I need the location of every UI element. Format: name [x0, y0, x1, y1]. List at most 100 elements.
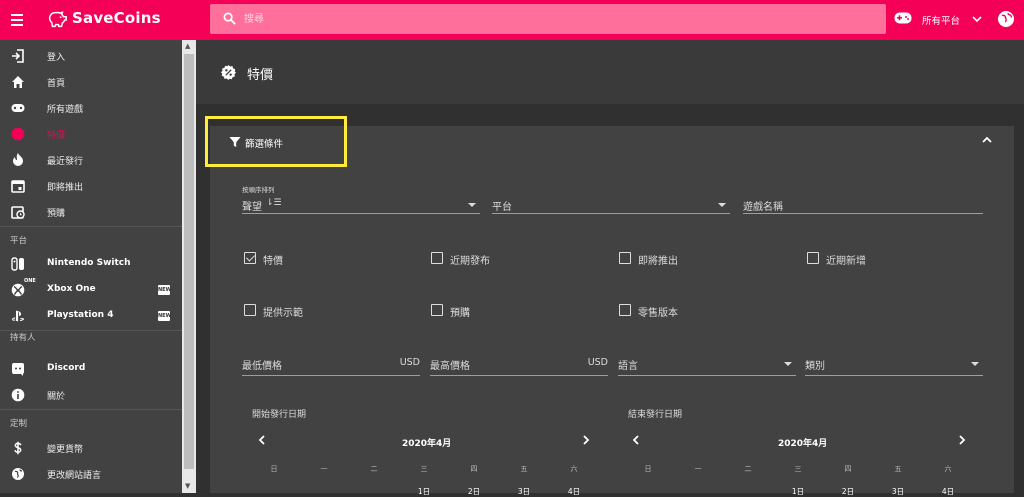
checkbox-label: 預購 [450, 308, 470, 319]
sidebar-item-label: 關於 [47, 392, 66, 402]
platform-selector[interactable]: 所有平台 [894, 9, 988, 31]
search-bar[interactable] [210, 4, 886, 34]
sort-select[interactable]: 按順序排列 聲望 ⇂☰ [242, 186, 480, 214]
piggy-bank-icon[interactable] [46, 9, 68, 31]
sidebar-item-deals[interactable]: 特價 [0, 121, 182, 147]
sidebar-item-all-games[interactable]: 所有遊戲 [0, 95, 182, 121]
discord-icon [12, 363, 24, 376]
checkbox-box[interactable] [431, 252, 443, 264]
sidebar-item-label: 首頁 [47, 79, 66, 89]
home-icon [12, 76, 24, 88]
next-month-icon[interactable] [958, 435, 966, 445]
start-calendar-month: 2020年4月 [402, 439, 452, 449]
sidebar-item-discord[interactable]: Discord [0, 356, 182, 382]
menu-icon[interactable] [6, 8, 30, 32]
sidebar-item-label: 最近發行 [47, 157, 84, 167]
prev-month-icon[interactable] [258, 435, 266, 445]
weekday-label: 二 [370, 465, 378, 473]
checkbox-box[interactable] [244, 252, 256, 264]
checkbox-label: 零售版本 [638, 308, 678, 319]
main-content: 特價 篩選條件 按順序排列 聲望 ⇂☰ 平台 遊戲名稱 特價 近期發布 即將推出… [196, 40, 1024, 496]
globe-icon [12, 468, 24, 480]
scroll-down-icon[interactable]: ▼ [185, 482, 190, 490]
sidebar-item-recent[interactable]: 最近發行 [0, 147, 182, 173]
currency-unit: USD [399, 357, 420, 368]
sidebar-item-label: 所有遊戲 [47, 105, 84, 115]
next-month-icon[interactable] [582, 435, 590, 445]
sidebar-section-customize: 定制 [10, 419, 28, 429]
new-badge: NEW [158, 311, 172, 321]
sidebar-item-nintendo-switch[interactable]: Nintendo Switch [0, 251, 182, 277]
checkbox-label: 特價 [263, 256, 283, 267]
page-title: 特價 [247, 68, 274, 83]
weekday-label: 五 [520, 465, 528, 473]
sidebar-item-label: Discord [47, 363, 86, 373]
calendar-icon [11, 180, 25, 193]
prev-month-icon[interactable] [632, 435, 640, 445]
checkbox-box[interactable] [807, 252, 819, 264]
checkbox-box[interactable] [619, 304, 631, 316]
checkbox-box[interactable] [619, 252, 631, 264]
brand-name[interactable]: SaveCoins [72, 9, 161, 27]
sidebar-item-label: 預購 [47, 209, 66, 219]
sidebar-item-playstation-4[interactable]: Playstation 4 NEW [0, 303, 182, 329]
checkbox-label: 近期新增 [826, 256, 866, 267]
weekday-label: 二 [744, 465, 752, 473]
calendar-day[interactable]: 4日 [564, 486, 584, 497]
divider [0, 409, 182, 410]
scroll-up-icon[interactable]: ▲ [185, 42, 190, 50]
sidebar-item-language[interactable]: 更改網站語言 [0, 461, 182, 487]
max-price-input[interactable]: 最高價格 USD [430, 348, 608, 376]
sidebar-item-xbox-one[interactable]: ONE Xbox One NEW [0, 277, 182, 303]
currency-unit: USD [587, 357, 608, 368]
start-date-title: 開始發行日期 [252, 410, 307, 420]
dropdown-caret-icon [971, 362, 979, 366]
globe-icon[interactable] [997, 10, 1015, 28]
calendar-day[interactable]: 2日 [464, 486, 484, 497]
end-calendar-month: 2020年4月 [778, 439, 828, 449]
calendar-day[interactable]: 1日 [788, 486, 808, 497]
calendar-day[interactable]: 3日 [514, 486, 534, 497]
min-price-placeholder: 最低價格 [242, 361, 282, 372]
xbox-one-superscript: ONE [24, 278, 36, 284]
dropdown-caret-icon [468, 203, 476, 207]
search-input[interactable] [244, 9, 844, 29]
checkbox-box[interactable] [244, 304, 256, 316]
login-icon [12, 49, 24, 63]
sidebar-item-preorder[interactable]: 預購 [0, 199, 182, 225]
sidebar-item-upcoming[interactable]: 即將推出 [0, 173, 182, 199]
min-price-input[interactable]: 最低價格 USD [242, 348, 420, 376]
sidebar-item-currency[interactable]: 變更貨幣 [0, 435, 182, 461]
sidebar-item-login[interactable]: 登入 [0, 43, 182, 69]
xbox-icon [11, 283, 25, 297]
weekday-label: 三 [794, 465, 802, 473]
sort-label: 按順序排列 [242, 186, 275, 194]
gamepad-icon [894, 12, 912, 24]
sidebar-item-label: Nintendo Switch [47, 258, 131, 268]
dropdown-caret-icon [784, 362, 792, 366]
calendar-day[interactable]: 2日 [838, 486, 858, 497]
language-select[interactable]: 語言 [618, 348, 796, 376]
weekday-label: 日 [644, 465, 652, 473]
scroll-thumb[interactable] [184, 54, 194, 469]
platform-select[interactable]: 平台 [492, 186, 730, 214]
sidebar-item-about[interactable]: 關於 [0, 382, 182, 408]
category-select[interactable]: 類別 [805, 348, 983, 376]
calendar-day[interactable]: 3日 [888, 486, 908, 497]
sidebar-section-platform: 平台 [10, 236, 28, 246]
calendar-day[interactable]: 1日 [414, 486, 434, 497]
new-badge: NEW [158, 285, 172, 295]
checkbox-box[interactable] [431, 304, 443, 316]
end-date-title: 結束發行日期 [628, 410, 683, 420]
game-name-input[interactable]: 遊戲名稱 [743, 186, 983, 214]
gamepad-icon [11, 104, 25, 112]
weekday-label: 五 [894, 465, 902, 473]
weekday-label: 四 [844, 465, 852, 473]
sidebar-scrollbar[interactable]: ▲ ▼ [182, 40, 196, 493]
category-placeholder: 類別 [805, 361, 825, 372]
calendar-day[interactable]: 4日 [938, 486, 958, 497]
info-icon [11, 388, 25, 402]
sort-order-icon[interactable]: ⇂☰ [266, 198, 282, 208]
chevron-up-icon[interactable] [982, 136, 992, 144]
sidebar-item-home[interactable]: 首頁 [0, 69, 182, 95]
